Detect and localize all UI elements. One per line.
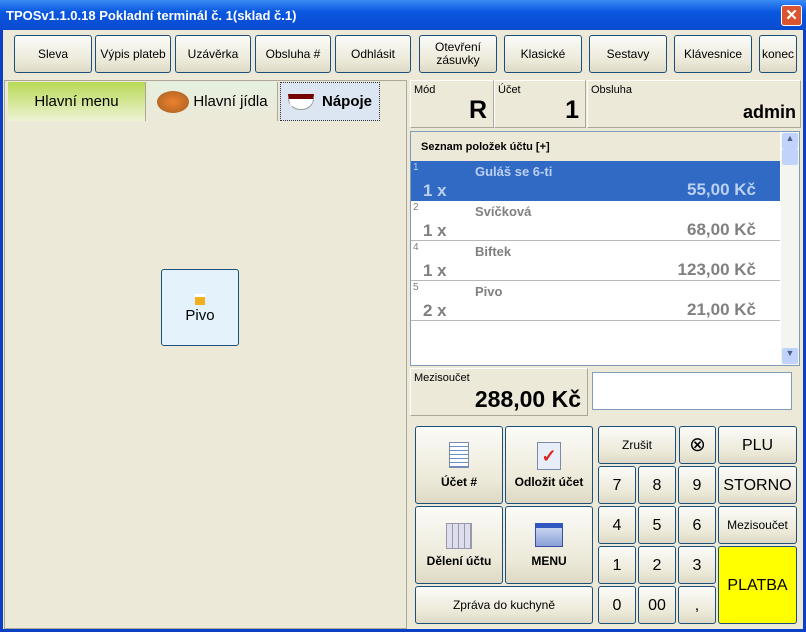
- item-name: Biftek: [475, 244, 512, 259]
- key-8[interactable]: 8: [638, 466, 676, 504]
- button-label: Dělení účtu: [426, 553, 492, 568]
- postpone-account-button[interactable]: ✓ Odložit účet: [505, 426, 593, 504]
- scroll-thumb[interactable]: [782, 149, 798, 165]
- tab-drinks[interactable]: Nápoje: [280, 82, 380, 121]
- key-5[interactable]: 5: [638, 506, 676, 544]
- key-7[interactable]: 7: [598, 466, 636, 504]
- item-name: Pivo: [475, 284, 503, 299]
- item-price: 21,00 Kč: [687, 300, 756, 319]
- item-qty: 1 x: [423, 261, 447, 280]
- tab-main-dishes[interactable]: Hlavní jídla: [148, 82, 278, 121]
- storno-button[interactable]: STORNO: [718, 466, 797, 504]
- account-number-button[interactable]: Účet #: [415, 426, 503, 504]
- account-items-list[interactable]: Seznam položek účtu [+] 1 Guláš se 6-ti 1 …: [410, 131, 800, 366]
- tab-label: Nápoje: [321, 93, 372, 110]
- item-price: 55,00 Kč: [687, 180, 756, 199]
- window-icon: [535, 522, 563, 547]
- list-item[interactable]: 2 Svíčková 1 x 68,00 Kč: [411, 201, 780, 241]
- scrollbar[interactable]: ▲ ▼: [781, 132, 799, 365]
- mode-display: Mód R: [410, 80, 494, 128]
- logout-button[interactable]: Odhlásit: [335, 35, 411, 73]
- mode-label: Mód: [414, 84, 436, 96]
- reports-button[interactable]: Sestavy: [589, 35, 667, 73]
- scroll-down-icon[interactable]: ▼: [782, 348, 798, 364]
- plu-button[interactable]: PLU: [718, 426, 797, 464]
- document-icon: [449, 441, 469, 468]
- staff-value: admin: [742, 102, 796, 122]
- beer-icon: [195, 293, 205, 305]
- closing-button[interactable]: Uzávěrka: [175, 35, 251, 73]
- list-item[interactable]: 4 Biftek 1 x 123,00 Kč: [411, 241, 780, 281]
- tab-label: Hlavní menu: [34, 93, 119, 110]
- classic-button[interactable]: Klasické: [504, 35, 582, 73]
- amount-input[interactable]: [592, 372, 792, 410]
- item-qty: 2 x: [423, 301, 447, 320]
- staff-button[interactable]: Obsluha #: [255, 35, 331, 73]
- key-9[interactable]: 9: [678, 466, 716, 504]
- tab-main-menu[interactable]: Hlavní menu: [8, 82, 146, 121]
- scroll-up-icon[interactable]: ▲: [782, 133, 798, 149]
- key-3[interactable]: 3: [678, 546, 716, 584]
- subtotal-value: 288,00 Kč: [474, 386, 581, 412]
- split-table-icon: [446, 522, 472, 549]
- account-value: 1: [565, 96, 579, 124]
- button-label: Odložit účet: [514, 474, 584, 489]
- subtotal-display: Mezisoučet 288,00 Kč: [410, 368, 588, 416]
- subtotal-button[interactable]: Mezisoučet: [718, 506, 797, 544]
- subtotal-label: Mezisoučet: [414, 372, 470, 384]
- key-6[interactable]: 6: [678, 506, 716, 544]
- item-no: 5: [413, 282, 419, 293]
- clear-icon[interactable]: ⊗: [679, 426, 716, 464]
- close-button[interactable]: ✕: [781, 5, 802, 26]
- account-display: Účet 1: [494, 80, 586, 128]
- item-price: 123,00 Kč: [677, 260, 756, 279]
- button-label: Účet #: [440, 474, 478, 489]
- kitchen-message-button[interactable]: Zpráva do kuchyně: [415, 586, 593, 624]
- button-label: MENU: [531, 553, 567, 568]
- product-label: Pivo: [185, 306, 215, 324]
- item-price: 68,00 Kč: [687, 220, 756, 239]
- cup-icon: [287, 93, 314, 110]
- key-1[interactable]: 1: [598, 546, 636, 584]
- item-no: 1: [413, 162, 419, 173]
- tab-label: Hlavní jídla: [193, 93, 268, 110]
- list-item[interactable]: 5 Pivo 2 x 21,00 Kč: [411, 281, 780, 321]
- staff-label: Obsluha: [591, 84, 632, 96]
- item-qty: 1 x: [423, 221, 447, 240]
- payments-list-button[interactable]: Výpis plateb: [95, 35, 171, 73]
- list-header: Seznam položek účtu [+]: [411, 132, 780, 161]
- account-label: Účet: [498, 84, 521, 96]
- item-name: Guláš se 6-ti: [475, 164, 553, 179]
- product-panel: [4, 80, 407, 629]
- keyboard-button[interactable]: Klávesnice: [674, 35, 752, 73]
- mode-value: R: [468, 96, 487, 124]
- cancel-button[interactable]: Zrušit: [598, 426, 676, 464]
- item-name: Svíčková: [475, 204, 532, 219]
- key-00[interactable]: 00: [638, 586, 676, 624]
- pay-button[interactable]: PLATBA: [718, 546, 797, 624]
- key-comma[interactable]: ,: [678, 586, 716, 624]
- window-title: TPOSv1.1.0.18 Pokladní terminál č. 1(skl…: [6, 8, 297, 23]
- menu-button[interactable]: MENU: [505, 506, 593, 584]
- list-item[interactable]: 1 Guláš se 6-ti 1 x 55,00 Kč: [411, 161, 780, 201]
- item-no: 2: [413, 202, 419, 213]
- key-0[interactable]: 0: [598, 586, 636, 624]
- key-4[interactable]: 4: [598, 506, 636, 544]
- open-drawer-button[interactable]: Otevření zásuvky: [419, 35, 497, 73]
- key-2[interactable]: 2: [638, 546, 676, 584]
- item-no: 4: [413, 242, 419, 253]
- document-check-icon: ✓: [537, 441, 561, 470]
- exit-button[interactable]: konec: [759, 35, 797, 73]
- split-account-button[interactable]: Dělení účtu: [415, 506, 503, 584]
- title-bar: TPOSv1.1.0.18 Pokladní terminál č. 1(skl…: [0, 0, 806, 30]
- discount-button[interactable]: Sleva: [14, 35, 92, 73]
- item-qty: 1 x: [423, 181, 447, 200]
- product-pivo-button[interactable]: Pivo: [161, 269, 239, 346]
- dish-icon: [157, 90, 190, 113]
- staff-display: Obsluha admin: [587, 80, 801, 128]
